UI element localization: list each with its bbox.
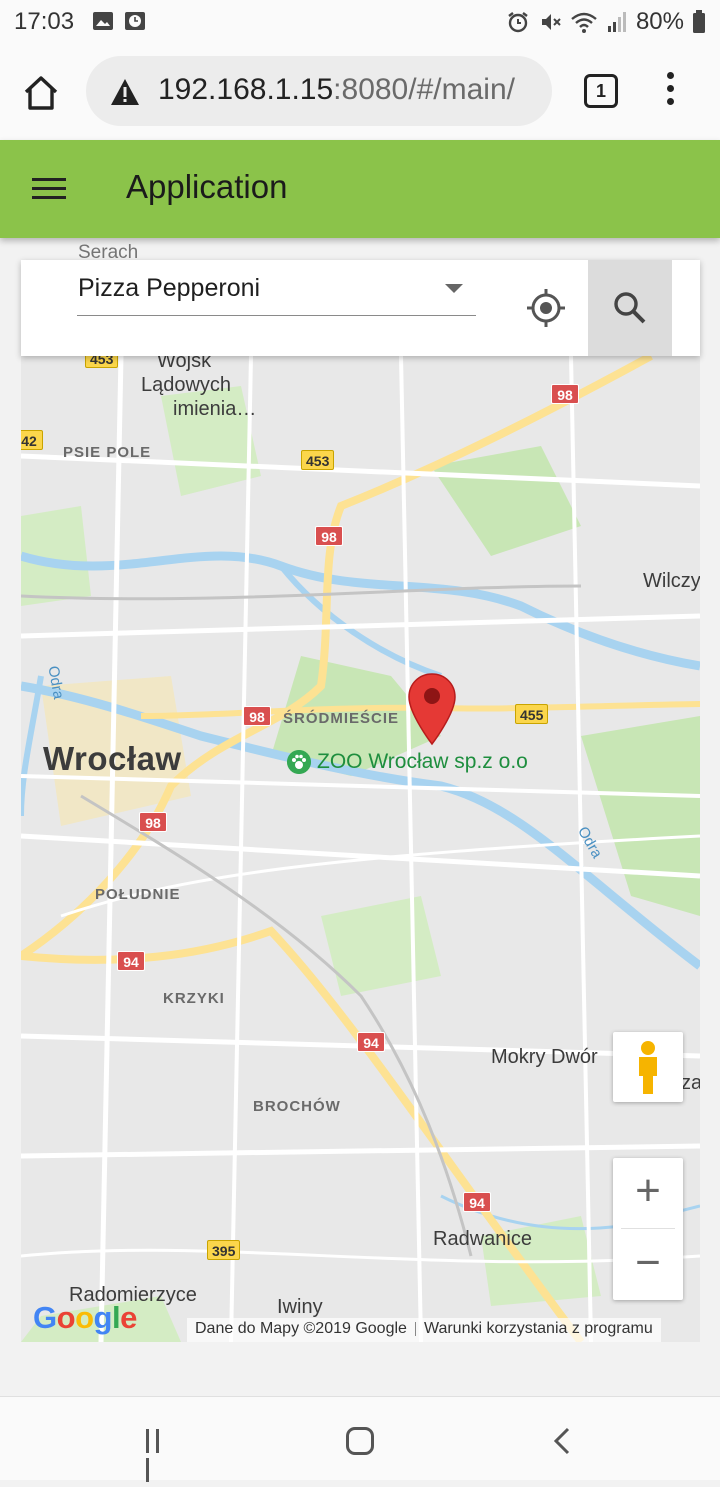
google-logo: Google bbox=[33, 1300, 137, 1335]
paw-icon bbox=[287, 750, 311, 774]
road-shield: 94 bbox=[463, 1192, 491, 1212]
battery-icon bbox=[693, 10, 705, 33]
map-label-city: Wrocław bbox=[43, 740, 182, 777]
menu-icon[interactable] bbox=[32, 178, 66, 200]
map-label: ŚRÓDMIEŚCIE bbox=[283, 710, 400, 727]
search-icon bbox=[614, 292, 646, 324]
pegman-icon bbox=[639, 1041, 657, 1094]
map-label: Iwiny bbox=[277, 1296, 323, 1318]
place-label-zoo[interactable]: ZOO Wrocław sp.z o.o bbox=[287, 750, 528, 774]
place-name: ZOO Wrocław sp.z o.o bbox=[317, 750, 528, 773]
url-host: 192.168.1.15 bbox=[158, 73, 334, 106]
terms-link[interactable]: Warunki korzystania z programu bbox=[424, 1320, 653, 1337]
map-label: Lądowych bbox=[141, 374, 232, 396]
map-label: PSIE POLE bbox=[63, 444, 152, 461]
search-button[interactable] bbox=[588, 260, 672, 356]
home-icon[interactable] bbox=[20, 72, 62, 114]
signal-icon bbox=[607, 12, 626, 32]
road-shield: 455 bbox=[515, 704, 549, 724]
url-path: :8080/#/main/ bbox=[333, 73, 515, 106]
map-label: Mokry Dwór bbox=[491, 1046, 598, 1068]
recent-apps-icon[interactable] bbox=[146, 1429, 174, 1482]
back-icon[interactable] bbox=[552, 1427, 572, 1455]
zoom-out-button[interactable]: − bbox=[613, 1230, 683, 1300]
alarm-icon bbox=[508, 12, 528, 33]
road-shield: 94 bbox=[357, 1032, 385, 1052]
status-bar: 17:03 80% bbox=[0, 0, 720, 44]
search-select-value: Pizza Pepperoni bbox=[78, 274, 261, 302]
select-underline bbox=[77, 315, 476, 316]
app-title: Application bbox=[126, 168, 288, 205]
map-attribution: Dane do Mapy ©2019 Google Warunki korzyst… bbox=[187, 1318, 661, 1342]
road-shield: 98 bbox=[315, 526, 343, 546]
road-shield: 453 bbox=[85, 356, 119, 368]
map-label: Wilczy bbox=[643, 570, 700, 592]
map-label: BROCHÓW bbox=[253, 1098, 341, 1115]
road-shield: 42 bbox=[21, 430, 43, 450]
zoom-controls: + − bbox=[613, 1158, 683, 1300]
road-shield: 98 bbox=[551, 384, 579, 404]
warning-icon bbox=[111, 79, 139, 105]
road-shield: 98 bbox=[243, 706, 271, 726]
mute-icon bbox=[541, 14, 561, 30]
address-bar[interactable]: 192.168.1.15:8080/#/main/ bbox=[86, 56, 552, 126]
dropdown-arrow-icon bbox=[445, 284, 463, 293]
status-right: 80% bbox=[506, 8, 706, 36]
road-shield: 98 bbox=[139, 812, 167, 832]
zoom-in-button[interactable]: + bbox=[613, 1158, 683, 1228]
map-label: POŁUDNIE bbox=[95, 886, 181, 903]
map-label: imienia… bbox=[173, 398, 257, 420]
street-view-button[interactable] bbox=[613, 1032, 683, 1102]
search-card: Pizza Pepperoni bbox=[21, 260, 700, 356]
zoom-separator bbox=[621, 1228, 675, 1229]
status-time: 17:03 bbox=[14, 8, 75, 35]
more-menu-icon[interactable] bbox=[664, 72, 676, 112]
map-label: Wojsk bbox=[157, 356, 212, 372]
tab-switcher-button[interactable]: 1 bbox=[584, 74, 618, 108]
url-text: 192.168.1.15:8080/#/main/ bbox=[158, 73, 515, 107]
road-shield: 395 bbox=[207, 1240, 241, 1260]
road-shield: 94 bbox=[117, 951, 145, 971]
app-bar: Application bbox=[0, 140, 720, 238]
road-shield: 453 bbox=[301, 450, 335, 470]
map-view[interactable]: 453 42 453 98 98 98 98 455 94 94 94 395 … bbox=[21, 356, 700, 1342]
map-label: za bbox=[681, 1072, 700, 1094]
map-label: Radwanice bbox=[433, 1228, 532, 1250]
wifi-icon bbox=[571, 12, 597, 33]
home-button-icon[interactable] bbox=[346, 1427, 374, 1455]
map-label: KRZYKI bbox=[163, 990, 225, 1007]
map-marker-icon[interactable] bbox=[407, 672, 457, 746]
browser-toolbar: 192.168.1.15:8080/#/main/ 1 bbox=[0, 44, 720, 140]
map-data-link[interactable]: Dane do Mapy ©2019 Google bbox=[195, 1320, 407, 1337]
system-nav-bar bbox=[0, 1396, 720, 1482]
battery-percent: 80% bbox=[635, 8, 684, 35]
image-icon bbox=[93, 12, 113, 30]
clock-app-icon bbox=[125, 12, 145, 30]
locate-me-icon[interactable] bbox=[524, 286, 568, 330]
